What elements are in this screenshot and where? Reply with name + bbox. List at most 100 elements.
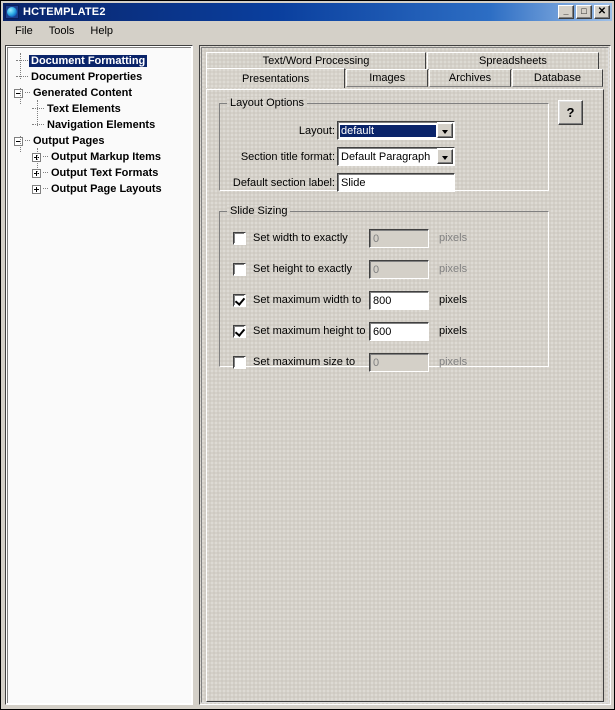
layout-options-title: Layout Options xyxy=(227,97,307,109)
tree-item-label: Output Text Formats xyxy=(51,167,159,179)
section-title-format-label: Section title format: xyxy=(240,150,335,163)
tree-item-generated-content[interactable]: Generated Content xyxy=(8,85,191,101)
set-width-exactly-input[interactable]: 0 xyxy=(369,229,429,248)
set-height-exactly-value: 0 xyxy=(370,261,428,278)
help-button[interactable]: ? xyxy=(558,100,583,125)
window-title: HCTEMPLATE2 xyxy=(23,6,106,18)
tree-item-output-text-formats[interactable]: Output Text Formats xyxy=(8,165,191,181)
tree-item-output-pages[interactable]: Output Pages xyxy=(8,133,191,149)
tree-connector xyxy=(16,60,28,62)
set-maximum-size-input[interactable]: 0 xyxy=(369,353,429,372)
globe-icon xyxy=(5,5,19,19)
tree-guide xyxy=(20,53,21,79)
set-maximum-height-checkbox[interactable] xyxy=(233,324,246,338)
menu-item-tools[interactable]: Tools xyxy=(41,23,83,39)
navigation-tree-panel: Document Formatting Document Properties … xyxy=(5,45,193,705)
set-maximum-height-input[interactable]: 600 xyxy=(369,322,429,341)
tree-connector xyxy=(32,124,44,126)
navigation-tree[interactable]: Document Formatting Document Properties … xyxy=(7,47,191,703)
tree-expand-plus-icon[interactable] xyxy=(32,184,41,194)
layout-combobox-field[interactable]: default xyxy=(338,122,437,139)
set-maximum-size-label: Set maximum size to xyxy=(253,356,356,368)
set-maximum-height-label: Set maximum height to xyxy=(253,325,366,337)
default-section-label-value: Slide xyxy=(338,174,454,191)
tab-spreadsheets[interactable]: Spreadsheets xyxy=(427,52,599,70)
set-width-exactly-row: Set width to exactly xyxy=(233,229,348,247)
content-panel-inner: Text/Word Processing Spreadsheets Presen… xyxy=(201,47,609,703)
chevron-down-icon[interactable] xyxy=(437,123,453,138)
layout-combobox-value: default xyxy=(340,125,436,137)
chevron-down-icon[interactable] xyxy=(437,149,453,164)
tree-connector xyxy=(32,108,44,110)
set-maximum-height-row: Set maximum height to xyxy=(233,322,366,340)
set-width-exactly-unit: pixels xyxy=(439,232,468,244)
close-icon: ✕ xyxy=(597,6,607,17)
menu-item-help[interactable]: Help xyxy=(82,23,121,39)
set-maximum-height-unit: pixels xyxy=(439,325,468,337)
default-section-label-input[interactable]: Slide xyxy=(337,173,455,192)
tab-archives[interactable]: Archives xyxy=(429,69,511,87)
tree-item-label: Document Formatting xyxy=(29,55,148,67)
tree-connector xyxy=(25,140,30,142)
set-maximum-size-checkbox[interactable] xyxy=(233,355,246,369)
default-section-label-label: Default section label: xyxy=(232,176,335,189)
minimize-icon: _ xyxy=(563,6,569,16)
set-width-exactly-checkbox[interactable] xyxy=(233,231,246,245)
slide-sizing-title: Slide Sizing xyxy=(227,205,290,217)
tab-database[interactable]: Database xyxy=(511,69,603,87)
tab-panel-presentations: ? Layout Options Layout: default Section… xyxy=(206,89,604,702)
set-maximum-width-row: Set maximum width to xyxy=(233,291,361,309)
menu-item-file[interactable]: File xyxy=(7,23,41,39)
set-maximum-width-value: 800 xyxy=(370,292,428,309)
slide-sizing-group: Slide Sizing Set width to exactly 0 pixe… xyxy=(219,205,549,372)
set-maximum-size-unit: pixels xyxy=(439,356,468,368)
set-height-exactly-checkbox[interactable] xyxy=(233,262,246,276)
close-button[interactable]: ✕ xyxy=(594,5,610,19)
layout-combobox[interactable]: default xyxy=(337,121,455,140)
tree-item-label: Output Markup Items xyxy=(51,151,162,163)
set-width-exactly-value: 0 xyxy=(370,230,428,247)
tree-guide xyxy=(37,100,38,126)
section-title-format-row: Section title format: Default Paragraph xyxy=(227,147,539,166)
section-title-format-value: Default Paragraph xyxy=(341,151,431,163)
tree-item-label: Navigation Elements xyxy=(47,119,156,131)
set-maximum-width-checkbox[interactable] xyxy=(233,293,246,307)
tree-collapse-minus-icon[interactable] xyxy=(14,136,23,146)
set-height-exactly-input[interactable]: 0 xyxy=(369,260,429,279)
tree-item-document-properties[interactable]: Document Properties xyxy=(8,69,191,85)
set-width-exactly-label: Set width to exactly xyxy=(253,232,348,244)
tree-connector xyxy=(43,188,48,190)
tree-item-label: Document Properties xyxy=(31,71,143,83)
tree-connector xyxy=(16,76,28,78)
section-title-format-field[interactable]: Default Paragraph xyxy=(338,148,437,165)
set-height-exactly-unit: pixels xyxy=(439,263,468,275)
set-height-exactly-row: Set height to exactly xyxy=(233,260,352,278)
window-controls: _ □ ✕ xyxy=(558,5,611,19)
set-maximum-width-unit: pixels xyxy=(439,294,468,306)
maximize-button[interactable]: □ xyxy=(576,5,592,19)
tab-presentations[interactable]: Presentations xyxy=(206,68,346,88)
layout-label: Layout: xyxy=(298,124,335,137)
tree-item-label: Text Elements xyxy=(47,103,121,115)
tree-item-text-elements[interactable]: Text Elements xyxy=(8,101,191,117)
default-section-label-row: Default section label: Slide xyxy=(227,173,539,192)
layout-row: Layout: default xyxy=(227,121,539,140)
section-title-format-combobox[interactable]: Default Paragraph xyxy=(337,147,455,166)
set-height-exactly-label: Set height to exactly xyxy=(253,263,353,275)
tab-images[interactable]: Images xyxy=(346,69,429,87)
tree-item-label: Output Pages xyxy=(33,135,105,147)
tree-item-output-page-layouts[interactable]: Output Page Layouts xyxy=(8,181,191,197)
minimize-button[interactable]: _ xyxy=(558,5,574,19)
tree-collapse-minus-icon[interactable] xyxy=(14,88,23,98)
tree-item-document-formatting[interactable]: Document Formatting xyxy=(8,53,191,69)
tab-row-2: Presentations Images Archives Database xyxy=(206,68,604,88)
tree-item-label: Output Page Layouts xyxy=(51,183,162,195)
set-maximum-width-label: Set maximum width to xyxy=(253,294,362,306)
set-maximum-height-value: 600 xyxy=(370,323,428,340)
layout-options-group: Layout Options Layout: default Section t… xyxy=(219,97,549,192)
tree-item-label: Generated Content xyxy=(33,87,133,99)
tree-connector xyxy=(43,156,48,158)
set-maximum-width-input[interactable]: 800 xyxy=(369,291,429,310)
tree-item-navigation-elements[interactable]: Navigation Elements xyxy=(8,117,191,133)
tree-item-output-markup-items[interactable]: Output Markup Items xyxy=(8,149,191,165)
